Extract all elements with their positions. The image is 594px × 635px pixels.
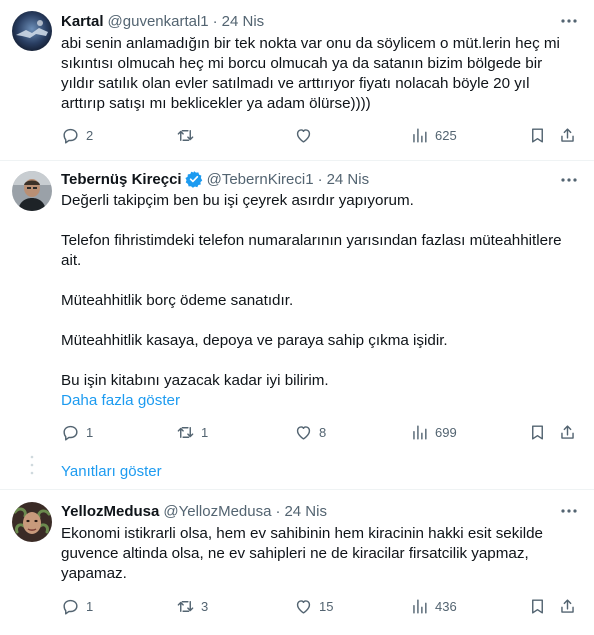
text-line: sıkıntısı olmucah heç mi borcu olmucah y… [61, 55, 543, 72]
text-paragraph: Telefon fihristimdeki telefon numaraları… [61, 232, 562, 269]
retweet-button[interactable] [176, 126, 201, 145]
share-icon [561, 599, 574, 613]
tweet-header: Kartal @guvenkartal1 · 24 Nis [61, 11, 264, 31]
retweet-icon [177, 427, 194, 438]
separator-dot: · [212, 12, 218, 30]
bookmark-button[interactable] [528, 423, 547, 442]
tweet-date[interactable]: 24 Nis [284, 503, 327, 520]
text-line: yıldır satılık olan evler satılmadı ve a… [61, 75, 530, 92]
more-icon[interactable] [560, 171, 578, 189]
text-paragraph: Müteahhitlik kasaya, depoya ve paraya sa… [61, 332, 448, 349]
reply-count: 2 [86, 128, 94, 143]
action-bar: 2 625 [0, 126, 594, 146]
retweet-button[interactable]: 3 [176, 597, 208, 616]
bookmark-button[interactable] [528, 597, 547, 616]
author-handle[interactable]: @guvenkartal1 [108, 13, 209, 30]
show-more-link[interactable]: Daha fazla göster [61, 391, 581, 411]
share-icon [561, 425, 574, 439]
views-icon [413, 599, 427, 614]
author-name[interactable]: YellozMedusa [61, 503, 159, 520]
reply-icon [63, 425, 78, 441]
tweet-text: Ekonomi istikrarli olsa, hem ev sahibini… [61, 524, 581, 584]
retweet-icon [177, 130, 194, 141]
views-icon [413, 128, 427, 143]
reply-count: 1 [86, 425, 94, 440]
action-bar: 1 3 15 436 [0, 597, 594, 617]
separator-dot: · [317, 170, 323, 188]
views-button[interactable]: 436 [410, 597, 457, 616]
reply-icon [63, 128, 78, 144]
views-button[interactable]: 625 [410, 126, 457, 145]
heart-icon [296, 426, 311, 440]
text-paragraph: Bu işin kitabını yazacak kadar iyi bilir… [61, 372, 329, 389]
author-handle[interactable]: @YellozMedusa [163, 503, 271, 520]
author-name[interactable]: Tebernüş Kireçci [61, 171, 182, 188]
text-line: abi senin anlamadığın bir tek nokta var … [61, 35, 560, 52]
tweet-text: Değerli takipçim ben bu işi çeyrek asırd… [61, 191, 581, 411]
share-button[interactable] [558, 126, 577, 145]
views-button[interactable]: 699 [410, 423, 457, 442]
views-count: 699 [435, 425, 457, 440]
like-button[interactable]: 15 [294, 597, 333, 616]
views-icon [413, 425, 427, 440]
tweet-header: YellozMedusa @YellozMedusa · 24 Nis [61, 501, 327, 521]
text-line: Ekonomi istikrarli olsa, hem ev sahibini… [61, 525, 543, 542]
action-bar: 1 1 8 699 [0, 423, 594, 443]
verified-badge-icon [185, 170, 203, 188]
retweet-button[interactable]: 1 [176, 423, 208, 442]
text-paragraph: Müteahhitlik borç ödeme sanatıdır. [61, 292, 294, 309]
avatar[interactable] [12, 502, 52, 542]
like-button[interactable]: 8 [294, 423, 326, 442]
views-count: 436 [435, 599, 457, 614]
reply-button[interactable]: 1 [61, 597, 93, 616]
tweet-kartal[interactable]: Kartal @guvenkartal1 · 24 Nis abi senin … [0, 0, 594, 160]
reply-feed: Kartal @guvenkartal1 · 24 Nis abi senin … [0, 0, 594, 635]
separator-dot: · [275, 502, 281, 520]
avatar[interactable] [12, 171, 52, 211]
avatar[interactable] [12, 11, 52, 51]
heart-icon [296, 600, 311, 614]
more-icon[interactable] [560, 502, 578, 520]
tweet-header: Tebernüş Kireçci @TebernKireci1 · 24 Nis [61, 169, 369, 189]
text-line: yapamaz. [61, 565, 127, 582]
retweet-icon [177, 601, 194, 612]
text-line: arttırıp satışı mı beklicekler ya adam ö… [61, 95, 371, 112]
tweet-yellozmedusa[interactable]: YellozMedusa @YellozMedusa · 24 Nis Ekon… [0, 490, 594, 635]
text-paragraph: Değerli takipçim ben bu işi çeyrek asırd… [61, 192, 414, 209]
share-icon [561, 128, 574, 142]
like-count: 15 [319, 599, 334, 614]
reply-button[interactable]: 2 [61, 126, 93, 145]
share-button[interactable] [558, 597, 577, 616]
tweet-date[interactable]: 24 Nis [327, 171, 370, 188]
more-icon[interactable] [560, 12, 578, 30]
like-button[interactable] [294, 126, 319, 145]
bookmark-icon [532, 425, 543, 440]
views-count: 625 [435, 128, 457, 143]
show-replies-link[interactable]: Yanıtları göster [61, 463, 162, 480]
like-count: 8 [319, 425, 327, 440]
author-name[interactable]: Kartal [61, 13, 104, 30]
author-handle[interactable]: @TebernKireci1 [207, 171, 314, 188]
reply-icon [63, 599, 78, 615]
tweet-tebernus[interactable]: Tebernüş Kireçci @TebernKireci1 · 24 Nis… [0, 161, 594, 486]
bookmark-icon [532, 128, 543, 143]
tweet-date[interactable]: 24 Nis [222, 13, 265, 30]
tweet-text: abi senin anlamadığın bir tek nokta var … [61, 34, 581, 114]
bookmark-icon [532, 599, 543, 614]
heart-icon [296, 129, 311, 143]
share-button[interactable] [558, 423, 577, 442]
bookmark-button[interactable] [528, 126, 547, 145]
reply-button[interactable]: 1 [61, 423, 93, 442]
text-line: guvence altinda olsa, ne ev sahipleri ne… [61, 545, 529, 562]
reply-count: 1 [86, 599, 94, 614]
thread-dots [30, 453, 34, 483]
retweet-count: 1 [201, 425, 209, 440]
retweet-count: 3 [201, 599, 209, 614]
